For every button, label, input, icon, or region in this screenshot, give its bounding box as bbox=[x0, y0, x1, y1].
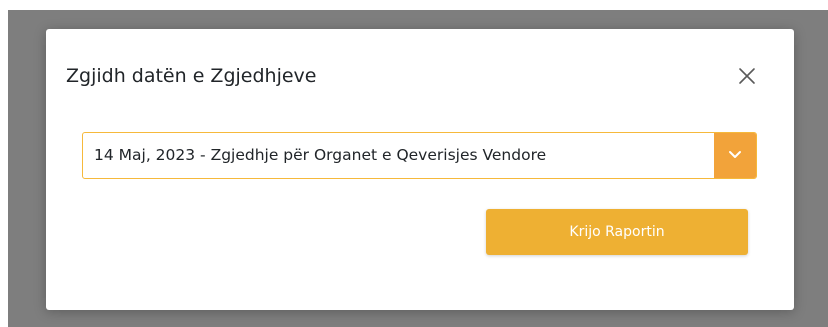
election-date-select[interactable]: 14 Maj, 2023 - Zgjedhje për Organet e Qe… bbox=[82, 132, 757, 179]
selected-election-value: 14 Maj, 2023 - Zgjedhje për Organet e Qe… bbox=[94, 146, 547, 164]
create-report-button[interactable]: Krijo Raportin bbox=[486, 209, 748, 255]
chevron-down-icon bbox=[729, 151, 741, 158]
dialog-title: Zgjidh datën e Zgjedhjeve bbox=[66, 65, 317, 87]
report-dialog: Zgjidh datën e Zgjedhjeve 14 Maj, 2023 -… bbox=[46, 29, 794, 310]
close-icon bbox=[739, 68, 755, 84]
select-dropdown-toggle[interactable] bbox=[714, 133, 756, 178]
close-button[interactable] bbox=[734, 63, 760, 89]
